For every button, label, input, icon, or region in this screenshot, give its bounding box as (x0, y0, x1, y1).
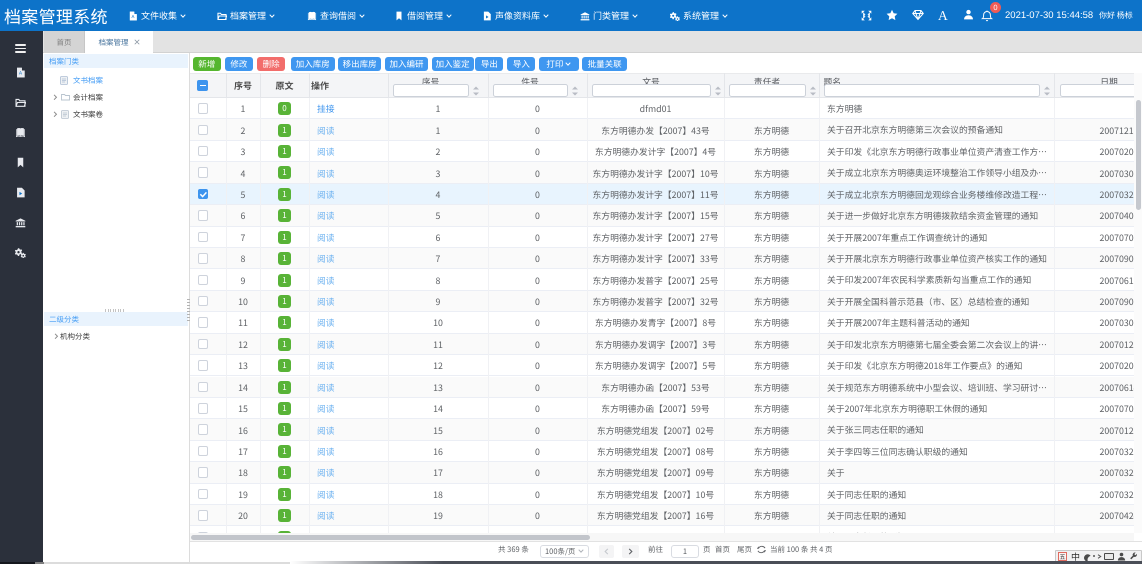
svg-text:A: A (132, 14, 135, 18)
svg-text:A: A (19, 71, 22, 76)
